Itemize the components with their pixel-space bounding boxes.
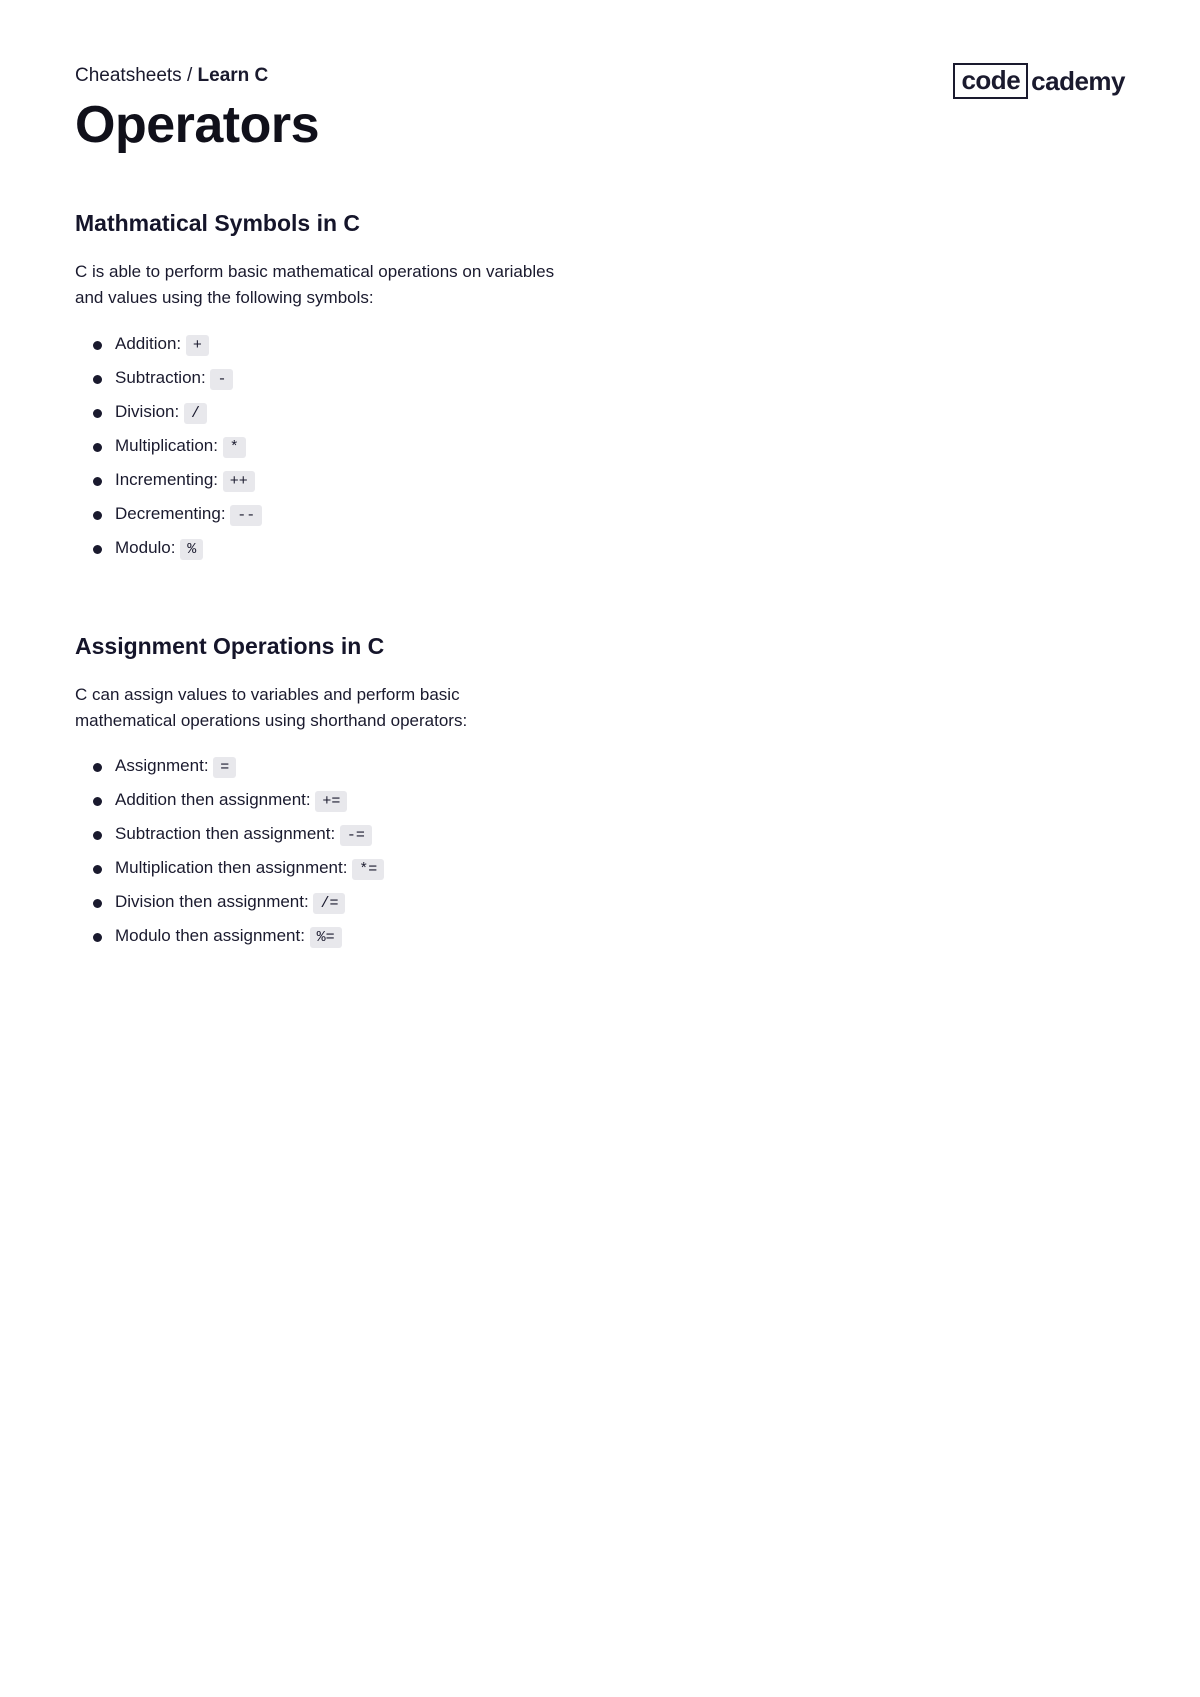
item-label: Division then assignment: [115, 892, 313, 911]
operator-list: Addition: + Subtraction: - Division: / M… [75, 334, 555, 558]
code-token: /= [313, 893, 345, 914]
code-token: = [213, 757, 236, 778]
list-item: Multiplication then assignment: *= [93, 858, 555, 878]
item-label: Modulo then assignment: [115, 926, 310, 945]
list-item: Division: / [93, 402, 555, 422]
codecademy-logo: codecademy [953, 63, 1125, 99]
page-header: Cheatsheets / Learn C Operators codecade… [75, 65, 1125, 155]
code-token: ++ [223, 471, 255, 492]
breadcrumb: Cheatsheets / Learn C [75, 65, 319, 87]
item-label: Multiplication then assignment: [115, 858, 352, 877]
list-item: Modulo: % [93, 538, 555, 558]
section-title: Mathmatical Symbols in C [75, 210, 555, 237]
logo-text: cademy [1031, 66, 1125, 97]
section-assignment-ops: Assignment Operations in C C can assign … [75, 633, 555, 947]
list-item: Subtraction: - [93, 368, 555, 388]
section-description: C is able to perform basic mathematical … [75, 259, 555, 312]
list-item: Addition then assignment: += [93, 790, 555, 810]
section-description: C can assign values to variables and per… [75, 682, 555, 735]
section-title: Assignment Operations in C [75, 633, 555, 660]
code-token: + [186, 335, 209, 356]
breadcrumb-current: Learn C [198, 65, 269, 86]
code-token: - [210, 369, 233, 390]
list-item: Division then assignment: /= [93, 892, 555, 912]
code-token: += [315, 791, 347, 812]
item-label: Addition then assignment: [115, 790, 315, 809]
page-title: Operators [75, 95, 319, 155]
list-item: Multiplication: * [93, 436, 555, 456]
item-label: Subtraction: [115, 368, 210, 387]
item-label: Incrementing: [115, 470, 223, 489]
item-label: Addition: [115, 334, 186, 353]
code-token: -= [340, 825, 372, 846]
list-item: Assignment: = [93, 756, 555, 776]
item-label: Division: [115, 402, 184, 421]
item-label: Multiplication: [115, 436, 223, 455]
section-math-symbols: Mathmatical Symbols in C C is able to pe… [75, 210, 555, 558]
code-token: *= [352, 859, 384, 880]
code-token: %= [310, 927, 342, 948]
code-token: % [180, 539, 203, 560]
list-item: Decrementing: -- [93, 504, 555, 524]
code-token: / [184, 403, 207, 424]
list-item: Modulo then assignment: %= [93, 926, 555, 946]
item-label: Assignment: [115, 756, 213, 775]
list-item: Incrementing: ++ [93, 470, 555, 490]
operator-list: Assignment: = Addition then assignment: … [75, 756, 555, 946]
code-token: * [223, 437, 246, 458]
item-label: Decrementing: [115, 504, 230, 523]
item-label: Modulo: [115, 538, 180, 557]
content-area: Mathmatical Symbols in C C is able to pe… [75, 210, 555, 946]
code-token: -- [230, 505, 262, 526]
logo-box: code [953, 63, 1028, 99]
breadcrumb-prefix: Cheatsheets / [75, 65, 198, 86]
breadcrumb-area: Cheatsheets / Learn C Operators [75, 65, 319, 155]
list-item: Subtraction then assignment: -= [93, 824, 555, 844]
item-label: Subtraction then assignment: [115, 824, 340, 843]
list-item: Addition: + [93, 334, 555, 354]
